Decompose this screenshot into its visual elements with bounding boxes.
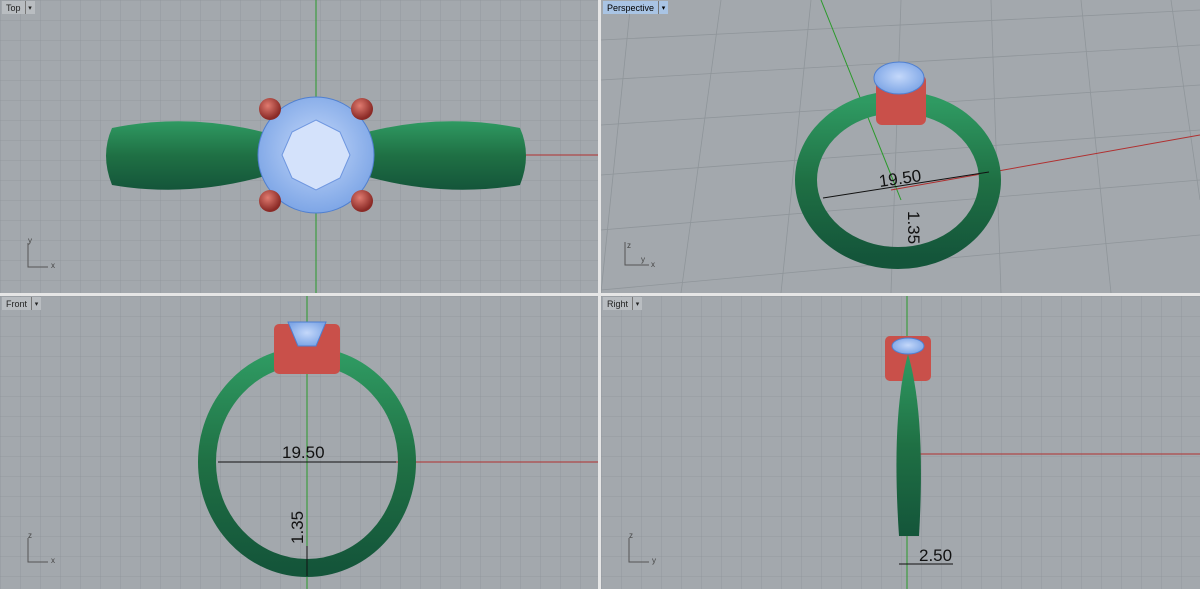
dropdown-arrow-icon[interactable]: ▾ xyxy=(31,297,41,310)
svg-text:2.50: 2.50 xyxy=(919,546,952,565)
viewport-top[interactable]: Top ▾ y x xyxy=(0,0,598,293)
svg-text:y: y xyxy=(652,556,656,565)
viewport-canvas: y x xyxy=(0,0,598,293)
viewport-label: Right xyxy=(607,298,629,309)
prong xyxy=(259,98,281,120)
dropdown-arrow-icon[interactable]: ▾ xyxy=(24,1,35,14)
viewport-canvas: 19.50 1.35 z x xyxy=(0,296,598,589)
svg-text:z: z xyxy=(627,241,631,250)
svg-text:x: x xyxy=(51,556,55,565)
dropdown-arrow-icon[interactable]: ▾ xyxy=(632,297,642,310)
prong xyxy=(351,190,373,212)
viewport-tab-front[interactable]: Front ▾ xyxy=(2,297,42,310)
svg-text:19.50: 19.50 xyxy=(282,443,325,462)
viewport-label: Top xyxy=(6,2,21,13)
svg-text:19.50: 19.50 xyxy=(878,166,923,191)
dropdown-arrow-icon[interactable]: ▾ xyxy=(658,1,668,14)
viewport-right[interactable]: Right ▾ 2.50 z y xyxy=(601,296,1200,589)
prong xyxy=(351,98,373,120)
viewport-canvas: 2.50 z y xyxy=(601,296,1200,589)
gemstone xyxy=(873,61,925,95)
svg-text:z: z xyxy=(28,531,32,540)
viewport-perspective[interactable]: Perspective ▾ 19.50 1.35 z y x xyxy=(601,0,1200,293)
viewport-canvas: 19.50 1.35 z y x xyxy=(601,0,1200,293)
viewport-tab-top[interactable]: Top ▾ xyxy=(2,1,35,14)
prong xyxy=(259,190,281,212)
svg-text:x: x xyxy=(651,260,655,269)
viewport-tab-right[interactable]: Right ▾ xyxy=(603,297,643,310)
svg-text:y: y xyxy=(28,236,32,245)
gemstone xyxy=(891,337,925,355)
viewport-label: Perspective xyxy=(607,2,655,13)
svg-text:1.35: 1.35 xyxy=(288,511,307,544)
svg-text:z: z xyxy=(629,531,633,540)
viewport-tab-perspective[interactable]: Perspective ▾ xyxy=(603,1,669,14)
viewport-front[interactable]: Front ▾ 19.50 1.35 z x xyxy=(0,296,598,589)
viewport-label: Front xyxy=(6,298,28,309)
svg-text:y: y xyxy=(641,255,645,264)
svg-text:1.35: 1.35 xyxy=(904,211,923,244)
svg-text:x: x xyxy=(51,261,55,270)
